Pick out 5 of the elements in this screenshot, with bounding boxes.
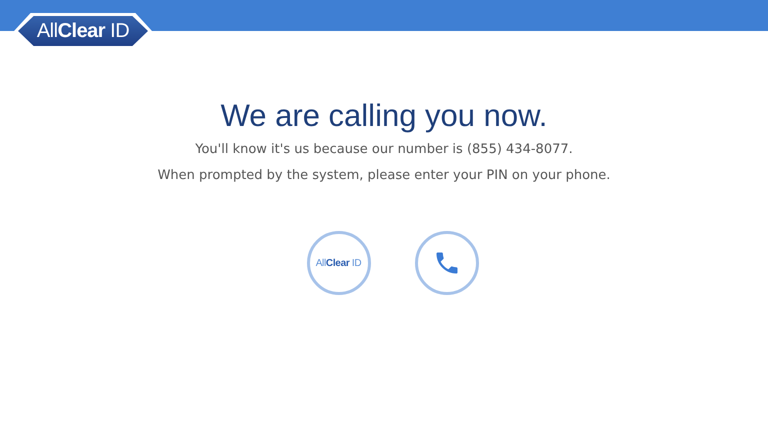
page-title: We are calling you now.	[220, 98, 548, 134]
logo-text: AllClear ID	[316, 258, 362, 268]
info-text: You'll know it's us because our number is (855) 434-8077.	[195, 142, 573, 158]
info-text: When prompted by the system, please enter your PIN on your phone.	[158, 168, 610, 184]
logo-text: AllClear ID	[36, 20, 130, 42]
